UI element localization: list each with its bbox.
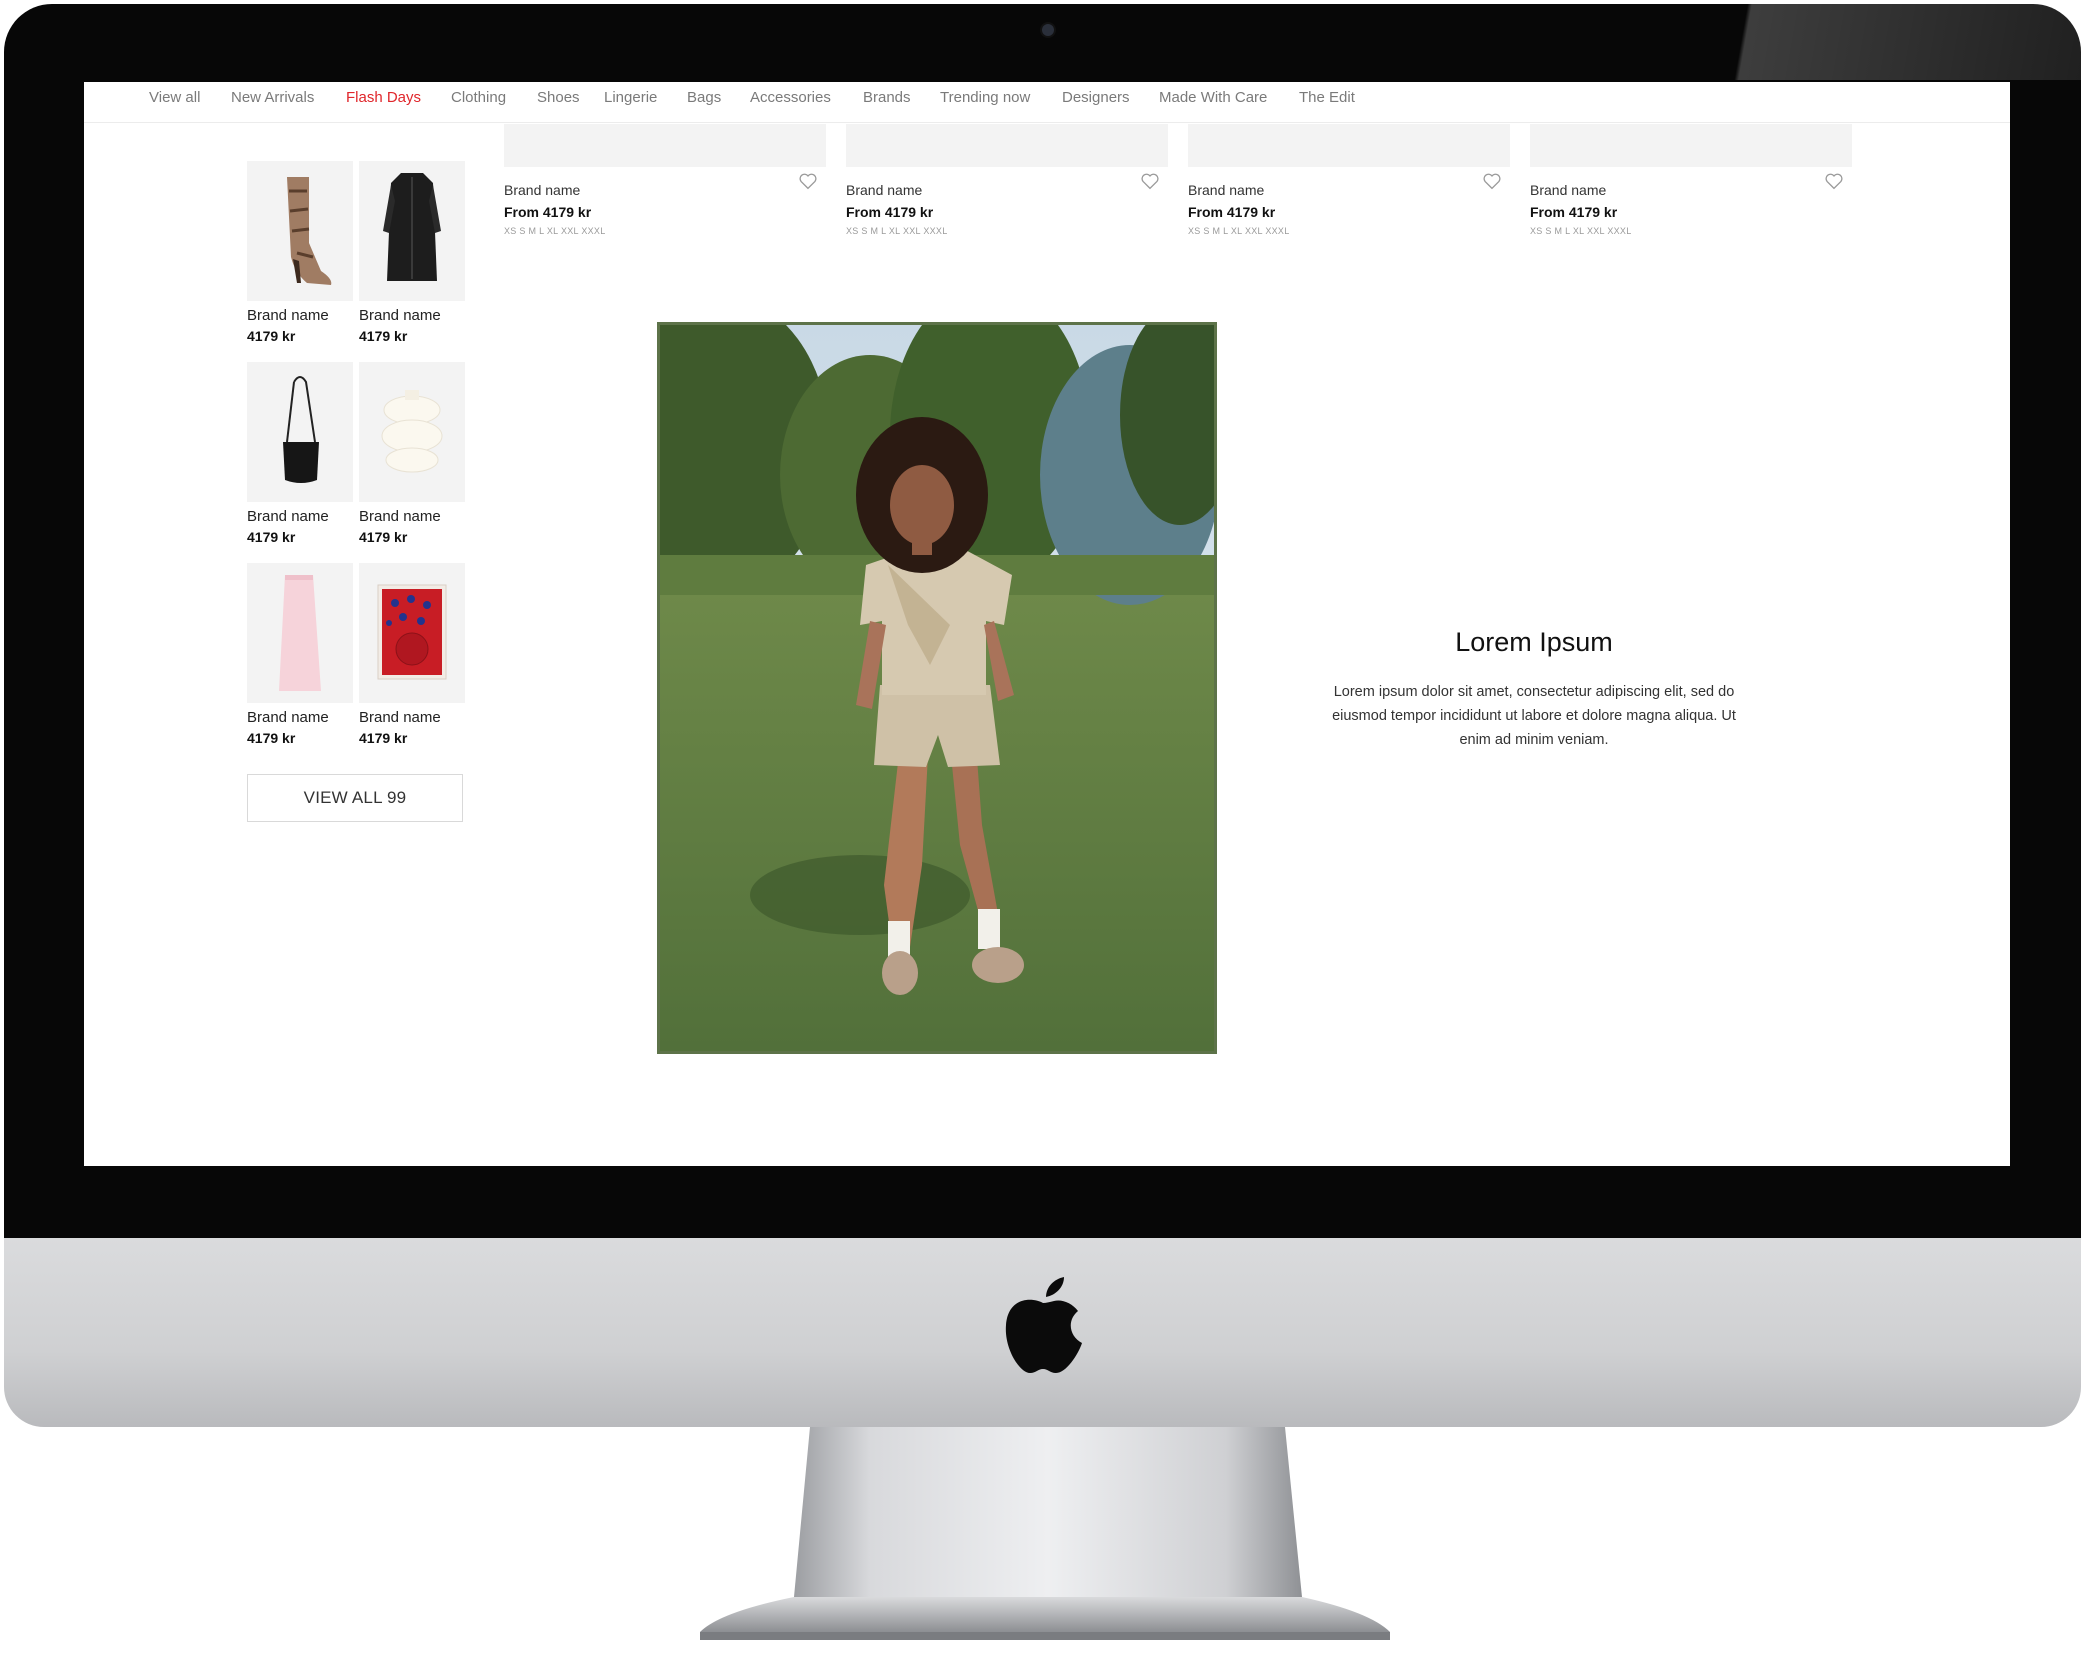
product-price: 4179 kr bbox=[359, 529, 408, 545]
product-price: 4179 kr bbox=[359, 730, 408, 746]
product-price: 4179 kr bbox=[359, 328, 408, 344]
product-thumbnail[interactable] bbox=[359, 362, 465, 502]
product-brand: Brand name bbox=[247, 307, 329, 324]
product-card[interactable]: Brand name From 4179 kr XS S M L XL XXL … bbox=[1530, 82, 1852, 236]
art-print-icon bbox=[377, 584, 447, 680]
product-thumbnail[interactable] bbox=[247, 362, 353, 502]
heart-icon[interactable] bbox=[1824, 172, 1844, 190]
model-in-park-image bbox=[660, 325, 1214, 1051]
bucket-bag-icon bbox=[283, 376, 319, 483]
vase-icon bbox=[381, 390, 443, 473]
nav-clothing[interactable]: Clothing bbox=[451, 89, 506, 106]
view-all-button[interactable]: VIEW ALL 99 bbox=[247, 774, 463, 822]
product-brand: Brand name bbox=[359, 709, 441, 726]
boot-icon bbox=[287, 177, 332, 285]
heart-icon[interactable] bbox=[1482, 172, 1502, 190]
product-sizes: XS S M L XL XXL XXXL bbox=[504, 226, 606, 236]
bezel-glare bbox=[1661, 4, 2081, 80]
product-card[interactable]: Brand name From 4179 kr XS S M L XL XXL … bbox=[504, 82, 826, 236]
product-image[interactable] bbox=[846, 124, 1168, 167]
product-price: From 4179 kr bbox=[1188, 204, 1276, 220]
monitor-bezel: View all New Arrivals Flash Days Clothin… bbox=[4, 4, 2081, 1241]
nav-new-arrivals[interactable]: New Arrivals bbox=[231, 89, 314, 106]
apple-logo-icon bbox=[1005, 1277, 1082, 1373]
product-sizes: XS S M L XL XXL XXXL bbox=[846, 226, 948, 236]
product-thumbnail[interactable] bbox=[247, 161, 353, 301]
nav-view-all[interactable]: View all bbox=[149, 89, 200, 106]
product-image[interactable] bbox=[504, 124, 826, 167]
camera-icon bbox=[1042, 24, 1054, 36]
product-sizes: XS S M L XL XXL XXXL bbox=[1530, 226, 1632, 236]
product-brand: Brand name bbox=[359, 307, 441, 324]
mini-product[interactable]: Brand name 4179 kr bbox=[359, 362, 465, 545]
product-price: 4179 kr bbox=[247, 529, 296, 545]
heart-icon[interactable] bbox=[798, 172, 818, 190]
browser-screen: View all New Arrivals Flash Days Clothin… bbox=[84, 82, 2010, 1166]
monitor-stand bbox=[700, 1427, 1390, 1640]
product-card[interactable]: Brand name From 4179 kr XS S M L XL XXL … bbox=[846, 82, 1168, 236]
product-brand: Brand name bbox=[504, 182, 581, 198]
product-brand: Brand name bbox=[1188, 182, 1265, 198]
coat-icon bbox=[383, 173, 441, 281]
nav-flash-days[interactable]: Flash Days bbox=[346, 89, 421, 106]
mini-product[interactable]: Brand name 4179 kr bbox=[359, 161, 465, 344]
product-brand: Brand name bbox=[359, 508, 441, 525]
mini-product[interactable]: Brand name 4179 kr bbox=[247, 563, 353, 746]
product-brand: Brand name bbox=[247, 709, 329, 726]
product-price: 4179 kr bbox=[247, 730, 296, 746]
mini-product[interactable]: Brand name 4179 kr bbox=[247, 161, 353, 344]
product-brand: Brand name bbox=[247, 508, 329, 525]
product-image[interactable] bbox=[1188, 124, 1510, 167]
product-thumbnail[interactable] bbox=[359, 161, 465, 301]
skirt-icon bbox=[279, 575, 321, 691]
product-sizes: XS S M L XL XXL XXXL bbox=[1188, 226, 1290, 236]
product-brand: Brand name bbox=[1530, 182, 1607, 198]
editorial-body: Lorem ipsum dolor sit amet, consectetur … bbox=[1332, 684, 1736, 748]
product-thumbnail[interactable] bbox=[359, 563, 465, 703]
product-card[interactable]: Brand name From 4179 kr XS S M L XL XXL … bbox=[1188, 82, 1510, 236]
heart-icon[interactable] bbox=[1140, 172, 1160, 190]
editorial-title: Lorem Ipsum bbox=[1455, 627, 1613, 657]
editorial-photo bbox=[657, 322, 1217, 1054]
product-brand: Brand name bbox=[846, 182, 923, 198]
product-thumbnail[interactable] bbox=[247, 563, 353, 703]
mini-product[interactable]: Brand name 4179 kr bbox=[247, 362, 353, 545]
product-price: From 4179 kr bbox=[1530, 204, 1618, 220]
product-price: From 4179 kr bbox=[504, 204, 592, 220]
product-image[interactable] bbox=[1530, 124, 1852, 167]
mini-product[interactable]: Brand name 4179 kr bbox=[359, 563, 465, 746]
product-price: From 4179 kr bbox=[846, 204, 934, 220]
product-price: 4179 kr bbox=[247, 328, 296, 344]
